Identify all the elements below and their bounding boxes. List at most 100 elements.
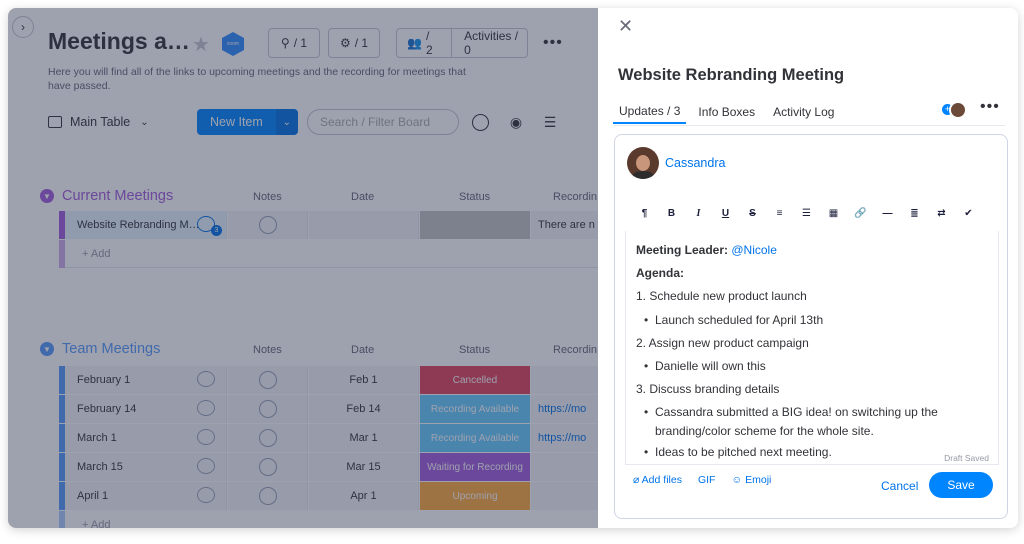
- zoom-integration-icon[interactable]: zoom: [222, 32, 244, 56]
- bullet-list-icon[interactable]: ☰: [793, 205, 820, 221]
- avatar[interactable]: [949, 101, 967, 119]
- add-item-label[interactable]: + Add: [65, 240, 598, 268]
- members-count[interactable]: / 2: [426, 29, 439, 57]
- chat-bubble-icon[interactable]: [197, 429, 215, 445]
- new-item-button[interactable]: New Item: [197, 109, 276, 135]
- hide-eye-icon[interactable]: ◉: [506, 112, 526, 132]
- notes-cell[interactable]: [228, 395, 308, 423]
- notes-cell[interactable]: [228, 366, 308, 394]
- tab-info-boxes[interactable]: Info Boxes: [692, 100, 761, 124]
- notes-cell[interactable]: [228, 482, 308, 510]
- recording-cell[interactable]: [531, 482, 598, 510]
- add-item-row[interactable]: + Add: [59, 240, 598, 268]
- column-header-date: Date: [351, 344, 375, 356]
- table-row[interactable]: Website Rebranding M… 3 There are n: [59, 211, 598, 239]
- add-item-label[interactable]: + Add: [65, 511, 598, 529]
- recording-cell[interactable]: There are n: [531, 211, 598, 239]
- tab-activity-log[interactable]: Activity Log: [767, 100, 840, 124]
- table-row[interactable]: April 1 Apr 1 Upcoming: [59, 482, 598, 510]
- view-selector[interactable]: Main Table ⌄: [48, 108, 149, 136]
- group-header-current[interactable]: ▼ Current Meetings: [40, 186, 173, 206]
- indent-icon[interactable]: ⇄: [928, 205, 955, 221]
- group-title[interactable]: Team Meetings: [62, 341, 160, 357]
- status-cell[interactable]: [420, 211, 530, 239]
- chat-bubble-icon[interactable]: [197, 400, 215, 416]
- add-item-row[interactable]: + Add: [59, 511, 598, 528]
- group-header-team[interactable]: ▼ Team Meetings: [40, 339, 160, 359]
- table-row[interactable]: March 15 Mar 15 Waiting for Recording: [59, 453, 598, 481]
- status-cell[interactable]: Cancelled: [420, 366, 530, 394]
- date-cell[interactable]: Feb 1: [309, 366, 419, 394]
- status-cell[interactable]: Upcoming: [420, 482, 530, 510]
- date-cell[interactable]: [309, 211, 419, 239]
- status-cell[interactable]: Waiting for Recording: [420, 453, 530, 481]
- chat-bubble-icon[interactable]: [197, 487, 215, 503]
- new-item-button-group: New Item ⌄: [197, 109, 298, 135]
- notes-cell[interactable]: [228, 211, 308, 239]
- new-item-dropdown-icon[interactable]: ⌄: [275, 109, 298, 135]
- close-icon[interactable]: ✕: [618, 16, 633, 37]
- italic-icon[interactable]: I: [685, 205, 712, 221]
- author-name[interactable]: Cassandra: [665, 156, 725, 170]
- group-title[interactable]: Current Meetings: [62, 188, 173, 204]
- avatar[interactable]: [627, 147, 659, 179]
- chat-bubble-icon[interactable]: [197, 458, 215, 474]
- checklist-icon[interactable]: ✔: [955, 205, 982, 221]
- person-icon: [258, 458, 277, 476]
- numbered-list-icon[interactable]: ≡: [766, 205, 793, 221]
- emoji-button[interactable]: ☺ Emoji: [731, 474, 771, 486]
- divider-icon[interactable]: —: [874, 205, 901, 221]
- notes-cell[interactable]: [228, 424, 308, 452]
- chat-bubble-icon[interactable]: [197, 371, 215, 387]
- date-cell[interactable]: Mar 15: [309, 453, 419, 481]
- recording-link[interactable]: https://mo: [531, 424, 598, 452]
- bullet-text: Cassandra submitted a BIG idea! on switc…: [655, 404, 938, 438]
- mention-nicole[interactable]: @Nicole: [731, 243, 777, 257]
- status-cell[interactable]: Recording Available: [420, 424, 530, 452]
- members-icon[interactable]: 👥: [407, 36, 422, 50]
- sidebar-toggle-button[interactable]: ›: [12, 16, 34, 38]
- panel-title[interactable]: Website Rebranding Meeting: [618, 66, 844, 85]
- search-input[interactable]: Search / Filter Board: [307, 109, 459, 135]
- add-files-button[interactable]: ⌀ Add files: [633, 474, 682, 486]
- more-options-icon[interactable]: •••: [980, 98, 1000, 116]
- board-title[interactable]: Meetings a…: [48, 28, 190, 55]
- table-row[interactable]: March 1 Mar 1 Recording Available https:…: [59, 424, 598, 452]
- update-editor[interactable]: Meeting Leader: @Nicole Agenda: 1. Sched…: [625, 231, 999, 465]
- date-cell[interactable]: Mar 1: [309, 424, 419, 452]
- table-row[interactable]: February 1 Feb 1 Cancelled: [59, 366, 598, 394]
- table-row[interactable]: February 14 Feb 14 Recording Available h…: [59, 395, 598, 423]
- date-cell[interactable]: Apr 1: [309, 482, 419, 510]
- link-icon[interactable]: 🔗: [847, 205, 874, 221]
- person-filter-icon[interactable]: [470, 112, 490, 132]
- column-header-date: Date: [351, 191, 375, 203]
- add-files-label: Add files: [641, 474, 682, 486]
- filter-icon[interactable]: ☰: [540, 112, 560, 132]
- chevron-down-icon[interactable]: ▼: [40, 342, 54, 356]
- tab-updates[interactable]: Updates / 3: [613, 100, 687, 124]
- board-menu-icon[interactable]: •••: [543, 34, 563, 52]
- star-icon[interactable]: ★: [192, 32, 210, 57]
- status-cell[interactable]: Recording Available: [420, 395, 530, 423]
- table-icon[interactable]: ▦: [820, 205, 847, 221]
- automations-button[interactable]: ⚙ / 1: [328, 28, 380, 58]
- recording-cell[interactable]: [531, 366, 598, 394]
- person-icon: [258, 216, 277, 234]
- bold-icon[interactable]: B: [658, 205, 685, 221]
- recording-link[interactable]: https://mo: [531, 395, 598, 423]
- notes-cell[interactable]: [228, 453, 308, 481]
- integrations-button[interactable]: ⚲ / 1: [268, 28, 320, 58]
- underline-icon[interactable]: U: [712, 205, 739, 221]
- recording-cell[interactable]: [531, 453, 598, 481]
- paragraph-icon[interactable]: ¶: [631, 205, 658, 221]
- date-cell[interactable]: Feb 14: [309, 395, 419, 423]
- gif-button[interactable]: GIF: [698, 474, 716, 486]
- cancel-button[interactable]: Cancel: [881, 479, 918, 493]
- save-button[interactable]: Save: [929, 472, 993, 498]
- activities-button[interactable]: Activities / 0: [464, 29, 527, 57]
- align-icon[interactable]: ≣: [901, 205, 928, 221]
- draft-status: Draft Saved: [944, 453, 989, 463]
- chevron-down-icon[interactable]: ▼: [40, 189, 54, 203]
- strikethrough-icon[interactable]: S: [739, 205, 766, 221]
- agenda-bullet: • Danielle will own this: [636, 357, 988, 376]
